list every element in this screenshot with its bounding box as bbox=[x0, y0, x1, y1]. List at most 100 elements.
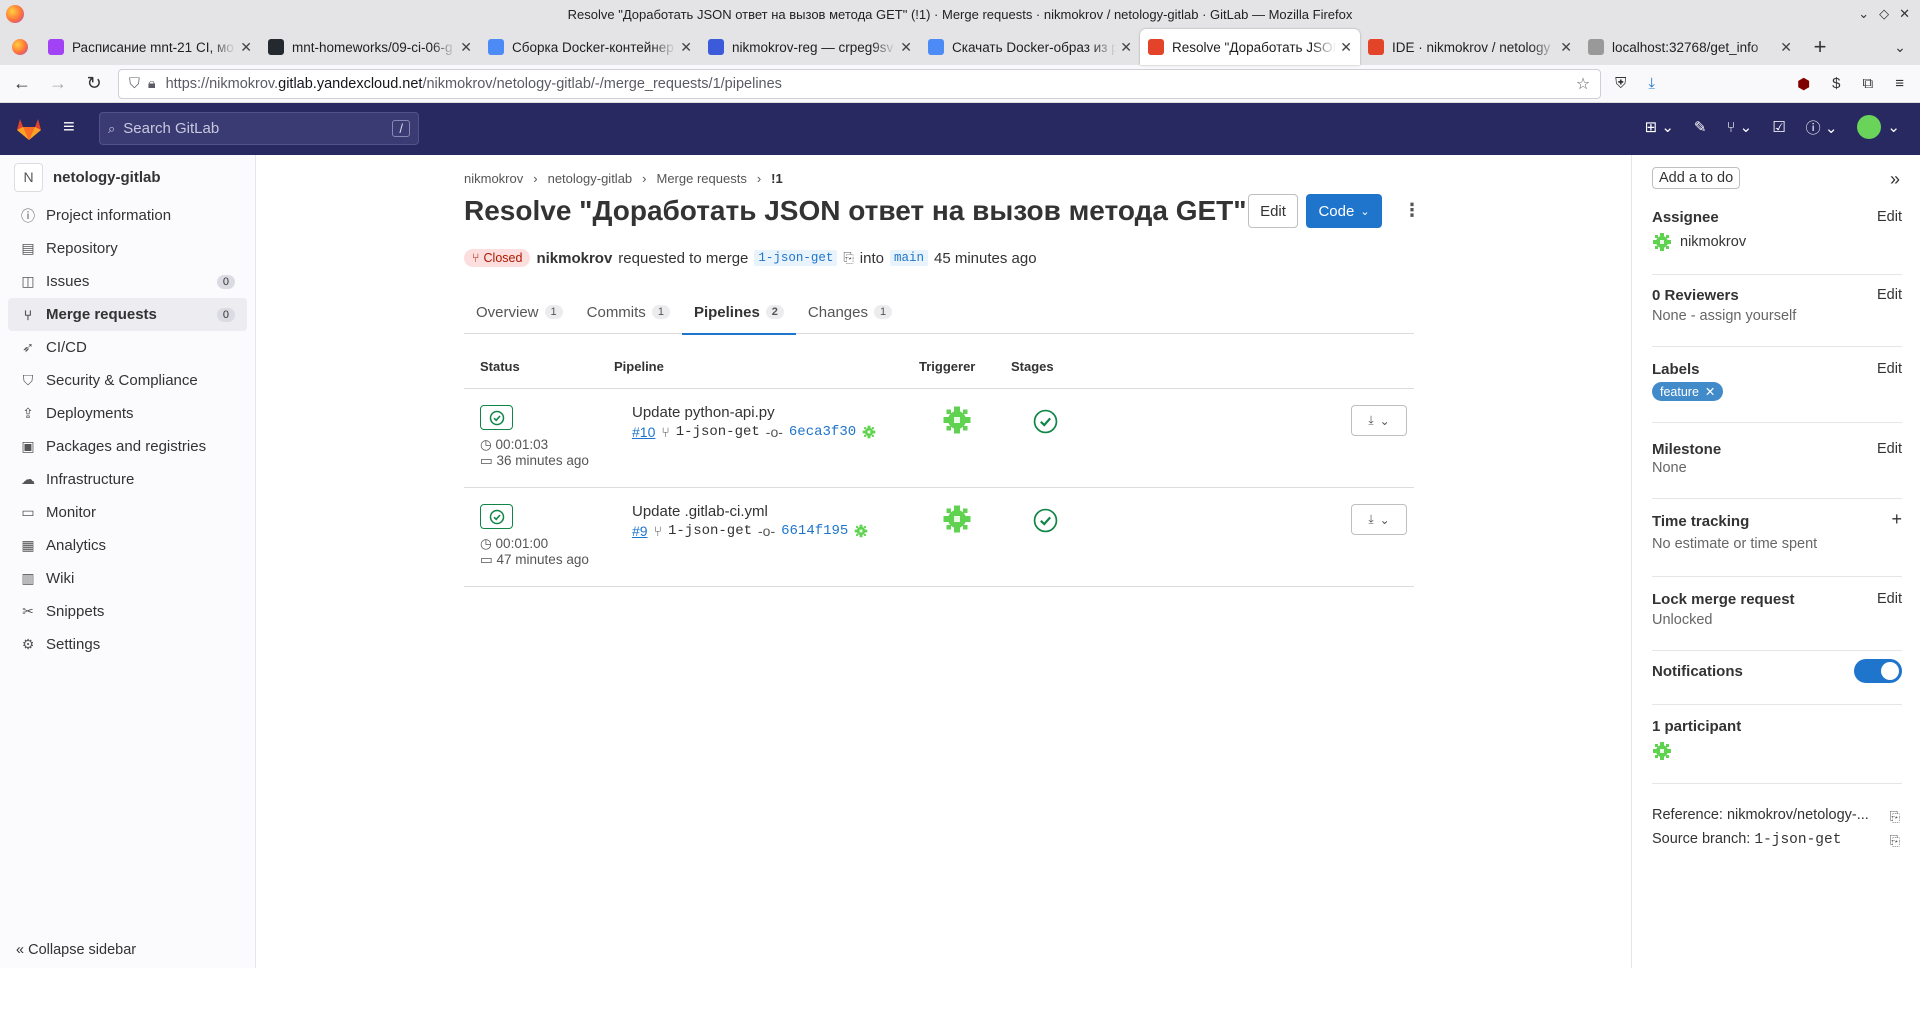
triggerer-avatar[interactable] bbox=[942, 504, 972, 534]
issues-icon[interactable]: ✎ bbox=[1694, 118, 1707, 136]
sidebar-item-security-compliance[interactable]: ⛉ Security & Compliance bbox=[8, 364, 247, 397]
pipeline-name[interactable]: Update .gitlab-ci.yml bbox=[632, 503, 768, 520]
stage-passed-icon[interactable] bbox=[1033, 409, 1058, 434]
url-bar[interactable]: ⛉ 🔒︎ https://nikmokrov. gitlab.yandexclou… bbox=[118, 68, 1602, 99]
commit-author-avatar[interactable] bbox=[862, 425, 876, 439]
project-header[interactable]: N netology-gitlab bbox=[0, 155, 255, 199]
sidebar-item-repository[interactable]: ▤ Repository bbox=[8, 232, 247, 265]
firefox-view-icon[interactable] bbox=[0, 29, 40, 65]
commit-sha-link[interactable]: 6eca3f30 bbox=[789, 424, 856, 440]
todo-icon[interactable]: ☑ bbox=[1772, 118, 1785, 136]
sidebar-item-wiki[interactable]: ▥ Wiki bbox=[8, 562, 247, 595]
passed-status-icon[interactable] bbox=[480, 504, 513, 529]
extensions-icon[interactable]: ⧉ bbox=[1863, 75, 1874, 92]
copy-icon[interactable]: ⎘ bbox=[843, 250, 853, 266]
shield-icon[interactable]: ⛉ bbox=[129, 76, 140, 92]
reload-icon[interactable]: ↻ bbox=[80, 70, 108, 98]
browser-tab[interactable]: Скачать Docker-образ из р ✕ bbox=[920, 29, 1140, 65]
menu-icon[interactable]: ≡ bbox=[1895, 75, 1904, 92]
browser-tab[interactable]: Расписание mnt-21 CI, мо ✕ bbox=[40, 29, 260, 65]
add-time-icon[interactable]: + bbox=[1891, 509, 1902, 530]
browser-tab[interactable]: localhost:32768/get_info ✕ bbox=[1580, 29, 1800, 65]
sidebar-item-project-information[interactable]: ⓘ Project information bbox=[8, 199, 247, 232]
download-artifacts-button[interactable]: ⤓ ⌄ bbox=[1351, 504, 1407, 535]
restore-icon[interactable]: ◇ bbox=[1879, 6, 1889, 22]
tab-close-icon[interactable]: ✕ bbox=[460, 39, 472, 56]
new-tab-icon[interactable]: + bbox=[1800, 29, 1840, 65]
breadcrumb-item[interactable]: Merge requests bbox=[657, 171, 747, 186]
download-icon[interactable]: ⤓ bbox=[1648, 75, 1655, 92]
source-branch[interactable]: 1-json-get bbox=[754, 250, 838, 266]
search-input[interactable]: ⌕ Search GitLab / bbox=[99, 112, 419, 145]
assignee-name[interactable]: nikmokrov bbox=[1680, 234, 1746, 250]
forward-icon[interactable]: → bbox=[44, 70, 72, 98]
sidebar-item-merge-requests[interactable]: ⑂ Merge requests 0 bbox=[8, 298, 247, 331]
more-actions-icon[interactable]: ⋮ bbox=[1403, 200, 1421, 221]
pipeline-id-link[interactable]: #9 bbox=[632, 523, 648, 539]
sidebar-item-analytics[interactable]: ▦ Analytics bbox=[8, 529, 247, 562]
sidebar-item-infrastructure[interactable]: ☁ Infrastructure bbox=[8, 463, 247, 496]
bookmark-star-icon[interactable]: ☆ bbox=[1576, 74, 1590, 94]
pipeline-branch[interactable]: 1-json-get bbox=[676, 424, 760, 440]
hamburger-menu-icon[interactable]: ≡ bbox=[63, 116, 75, 139]
sidebar-item-packages-and-registries[interactable]: ▣ Packages and registries bbox=[8, 430, 247, 463]
sidebar-item-deployments[interactable]: ⇪ Deployments bbox=[8, 397, 247, 430]
assignee-edit-button[interactable]: Edit bbox=[1877, 209, 1902, 225]
notifications-toggle[interactable] bbox=[1854, 659, 1902, 683]
labels-edit-button[interactable]: Edit bbox=[1877, 361, 1902, 377]
sidebar-item-issues[interactable]: ◫ Issues 0 bbox=[8, 265, 247, 298]
author-link[interactable]: nikmokrov bbox=[536, 250, 612, 267]
reviewers-value[interactable]: None - assign yourself bbox=[1652, 308, 1902, 324]
stage-passed-icon[interactable] bbox=[1033, 508, 1058, 533]
milestone-edit-button[interactable]: Edit bbox=[1877, 441, 1902, 457]
avatar[interactable] bbox=[1652, 232, 1672, 252]
breadcrumb-item[interactable]: nikmokrov bbox=[464, 171, 523, 186]
tab-close-icon[interactable]: ✕ bbox=[1780, 39, 1792, 56]
new-item-icon[interactable]: ⊞ ⌄ bbox=[1645, 118, 1674, 136]
commit-sha-link[interactable]: 6614f195 bbox=[781, 523, 848, 539]
pipeline-name[interactable]: Update python-api.py bbox=[632, 404, 775, 421]
tab-close-icon[interactable]: ✕ bbox=[240, 39, 252, 56]
lock-edit-button[interactable]: Edit bbox=[1877, 591, 1902, 607]
user-avatar[interactable]: ⌄ bbox=[1857, 115, 1900, 139]
sidebar-item-settings[interactable]: ⚙ Settings bbox=[8, 628, 247, 661]
browser-tab[interactable]: Resolve "Доработать JSON ✕ bbox=[1140, 29, 1360, 65]
browser-tab[interactable]: nikmokrov-reg — crpeg9sv ✕ bbox=[700, 29, 920, 65]
breadcrumb-item[interactable]: !1 bbox=[771, 171, 783, 186]
sidebar-item-ci-cd[interactable]: ➶ CI/CD bbox=[8, 331, 247, 364]
merge-requests-icon[interactable]: ⑂ ⌄ bbox=[1726, 118, 1752, 136]
code-dropdown-button[interactable]: Code ⌄ bbox=[1306, 194, 1382, 228]
add-todo-button[interactable]: Add a to do bbox=[1652, 167, 1741, 189]
tab-close-icon[interactable]: ✕ bbox=[1120, 39, 1132, 56]
tab-close-icon[interactable]: ✕ bbox=[680, 39, 692, 56]
tab-close-icon[interactable]: ✕ bbox=[1340, 39, 1352, 56]
tab-overview[interactable]: Overview 1 bbox=[464, 290, 575, 334]
tab-commits[interactable]: Commits 1 bbox=[575, 290, 682, 334]
breadcrumb-item[interactable]: netology-gitlab bbox=[548, 171, 633, 186]
download-artifacts-button[interactable]: ⤓ ⌄ bbox=[1351, 405, 1407, 436]
tab-list-chevron-icon[interactable]: ⌄ bbox=[1880, 29, 1920, 65]
close-icon[interactable]: ✕ bbox=[1899, 6, 1910, 22]
extension-dollar-icon[interactable]: $ bbox=[1832, 75, 1840, 92]
collapse-sidebar-button[interactable]: « Collapse sidebar bbox=[16, 942, 136, 958]
chevron-down-icon[interactable]: ⌄ bbox=[1858, 6, 1869, 22]
browser-tab[interactable]: Сборка Docker-контейнер ✕ bbox=[480, 29, 700, 65]
participant-avatar[interactable] bbox=[1652, 741, 1672, 761]
tab-pipelines[interactable]: Pipelines 2 bbox=[681, 290, 796, 335]
sidebar-item-snippets[interactable]: ✂ Snippets bbox=[8, 595, 247, 628]
pipeline-branch[interactable]: 1-json-get bbox=[668, 523, 752, 539]
browser-tab[interactable]: IDE · nikmokrov / netology ✕ bbox=[1360, 29, 1580, 65]
reviewers-edit-button[interactable]: Edit bbox=[1877, 287, 1902, 303]
edit-button[interactable]: Edit bbox=[1248, 194, 1298, 228]
passed-status-icon[interactable] bbox=[480, 405, 513, 430]
browser-tab[interactable]: mnt-homeworks/09-ci-06-g ✕ bbox=[260, 29, 480, 65]
tab-changes[interactable]: Changes 1 bbox=[796, 290, 904, 334]
sidebar-item-monitor[interactable]: ▭ Monitor bbox=[8, 496, 247, 529]
copy-branch-icon[interactable]: ⎘ bbox=[1890, 833, 1900, 849]
help-icon[interactable]: ⓘ ⌄ bbox=[1806, 117, 1838, 138]
pocket-icon[interactable]: ⛨ bbox=[1615, 75, 1626, 92]
target-branch[interactable]: main bbox=[889, 250, 928, 266]
collapse-right-sidebar-icon[interactable]: » bbox=[1890, 169, 1900, 190]
commit-author-avatar[interactable] bbox=[854, 524, 868, 538]
remove-label-icon[interactable]: ✕ bbox=[1705, 384, 1715, 399]
